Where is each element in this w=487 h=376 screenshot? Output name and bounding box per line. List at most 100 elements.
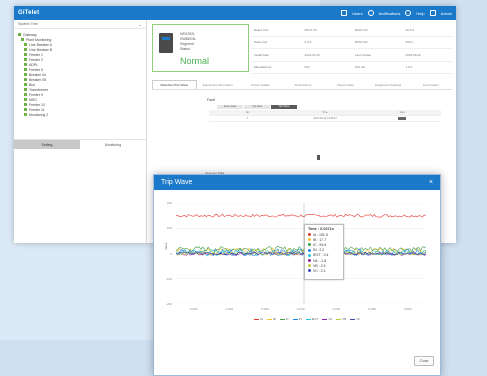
info-value: 250.0 KV [304, 27, 317, 32]
table-row[interactable]: 1 2023-08-12 14:05:13 [209, 116, 441, 122]
tree-item-label: Monitoring 2 [29, 112, 49, 117]
chevron-down-icon[interactable]: ⌄ [139, 22, 142, 27]
legend-swatch-icon [350, 318, 356, 320]
legend-swatch-icon [279, 318, 285, 320]
chart-legend: IA IB IC IN IEXT VA VB VC [254, 317, 360, 321]
content-tab[interactable]: Load Graph [409, 80, 452, 89]
legend-label: VC [356, 317, 361, 321]
node-status-icon [21, 38, 24, 41]
node-status-icon [24, 63, 27, 66]
series-line-ia [176, 213, 426, 218]
fault-mini-tab[interactable]: Event Data [217, 105, 243, 109]
topbar-item-help[interactable]: Help [416, 11, 424, 16]
legend-item[interactable]: IN [292, 317, 302, 321]
admin-icon[interactable] [429, 10, 436, 16]
x-tick-label: 0.040 [332, 307, 341, 311]
info-row: Peak Curr. 0.0 A RMS Volt. 230 V [251, 37, 453, 49]
info-label: Last Update [355, 52, 372, 57]
legend-swatch-icon [322, 318, 328, 320]
tree-item-label: Line Breaker B [29, 47, 53, 52]
y-tick-label: 100 [166, 226, 172, 231]
node-status-icon [24, 103, 27, 106]
legend-swatch-icon [254, 318, 259, 320]
device-text: NSX252L SWBD01L Segment Status [180, 32, 196, 52]
col-time: Time [322, 111, 328, 114]
legend-label: IB [272, 317, 276, 321]
content-tab[interactable]: Waveform/Trip Wave [152, 80, 197, 89]
bell-icon[interactable] [367, 10, 374, 16]
x-tick-label: 0.010 [225, 307, 234, 311]
node-status-icon [24, 113, 27, 116]
tooltip-value: IEXT : 0.4 [313, 253, 329, 258]
content-tab[interactable]: Fault History [282, 80, 325, 89]
legend-label: IC [285, 317, 289, 321]
legend-item[interactable]: VB [336, 317, 346, 321]
fault-mini-tab[interactable]: Trip Data [244, 105, 270, 109]
x-tick-label: 0.030 [297, 307, 305, 311]
tree-item-label: ADPL [29, 62, 39, 67]
tree-item-label: Breaker 04 [29, 72, 47, 77]
info-label: RMS Curr. [355, 27, 370, 32]
node-status-icon [24, 83, 27, 86]
info-row: Manufacturer ISO HW Ver. 1.0.2 [251, 62, 453, 74]
user-icon[interactable] [341, 10, 348, 16]
close-button[interactable]: Close [414, 356, 434, 366]
cell-time: 2023-08-12 14:05:13 [313, 117, 337, 120]
legend-swatch-icon [305, 318, 311, 320]
topbar-item-admin[interactable]: Admin [441, 11, 452, 16]
topbar-item-users[interactable]: Users [352, 11, 362, 16]
help-icon[interactable] [405, 10, 412, 16]
trip-wave-modal: Trip Wave × Value 200 100 0 -100 -200 0.000 0… [153, 174, 441, 376]
content-tab[interactable]: Equipment Settings [367, 80, 410, 89]
legend-item[interactable]: VA [322, 317, 332, 321]
sidebar: System Tree ⌄ Gateway Plant Monitoring Lin… [14, 20, 147, 243]
info-value: 0.0 A [304, 40, 312, 45]
topbar-item-notifications[interactable]: Notifications [379, 11, 401, 16]
x-tick-label: 0.060 [404, 307, 412, 311]
tree-item-label: Feeder 1 [29, 52, 44, 57]
fault-section: Fault Event Data Trip Data Trip Wave No. T… [207, 98, 452, 122]
node-status-icon [24, 73, 27, 76]
legend-swatch-icon [266, 318, 272, 320]
tree-item-label: Line Breaker A [29, 42, 52, 47]
content-tab[interactable]: Power Quality [239, 80, 282, 89]
tree-item-label: Gateway [23, 32, 37, 37]
content-tab[interactable]: Equipment Information [197, 80, 240, 89]
legend-item[interactable]: IEXT [305, 317, 319, 321]
device-card: NSX252L SWBD01L Segment Status Normal [152, 24, 249, 72]
y-tick-label: -100 [165, 276, 172, 281]
sidebar-tab-monitoring[interactable]: Monitoring [80, 140, 146, 149]
info-label: HW Ver. [355, 65, 367, 70]
tree-item-label: Bus [29, 82, 36, 87]
tree-item-label: Feeder 11 [29, 107, 45, 112]
y-tick-label: -200 [165, 302, 172, 306]
legend-label: IEXT [311, 317, 319, 321]
legend-swatch-icon [292, 318, 298, 320]
series-dot-icon [308, 233, 311, 237]
info-value: 2023-01-05 [304, 52, 320, 57]
pagination-marker[interactable] [317, 155, 320, 160]
info-label: RMS Volt. [355, 40, 369, 45]
close-icon[interactable]: × [429, 179, 433, 186]
info-row: Rated Curr. 250.0 KV RMS Curr. 12.5 A [251, 24, 453, 37]
tree-item[interactable]: Monitoring 2 [18, 112, 142, 117]
content-tabs: Waveform/Trip Wave Equipment Information P… [152, 80, 452, 90]
sidebar-header[interactable]: System Tree ⌄ [14, 20, 146, 29]
info-value: ISO [304, 65, 310, 70]
legend-label: VB [342, 317, 347, 321]
legend-item[interactable]: IB [266, 317, 276, 321]
trip-wave-chart[interactable] [176, 203, 426, 304]
view-button[interactable] [398, 116, 407, 120]
sidebar-tab-setting[interactable]: Setting [14, 140, 80, 149]
tooltip-value: VA : -1.6 [313, 258, 327, 263]
topbar-actions: Users Notifications Help Admin [341, 10, 452, 16]
fault-mini-tab[interactable]: Trip Wave [271, 105, 297, 109]
device-icon [159, 33, 173, 53]
legend-item[interactable]: IC [279, 317, 289, 321]
series-dot-icon [308, 264, 311, 268]
node-status-icon [24, 98, 27, 101]
legend-item[interactable]: VC [350, 317, 360, 321]
legend-item[interactable]: IA [254, 317, 263, 321]
info-label: Peak Curr. [254, 40, 269, 45]
content-tab[interactable]: Report Data [324, 80, 367, 89]
